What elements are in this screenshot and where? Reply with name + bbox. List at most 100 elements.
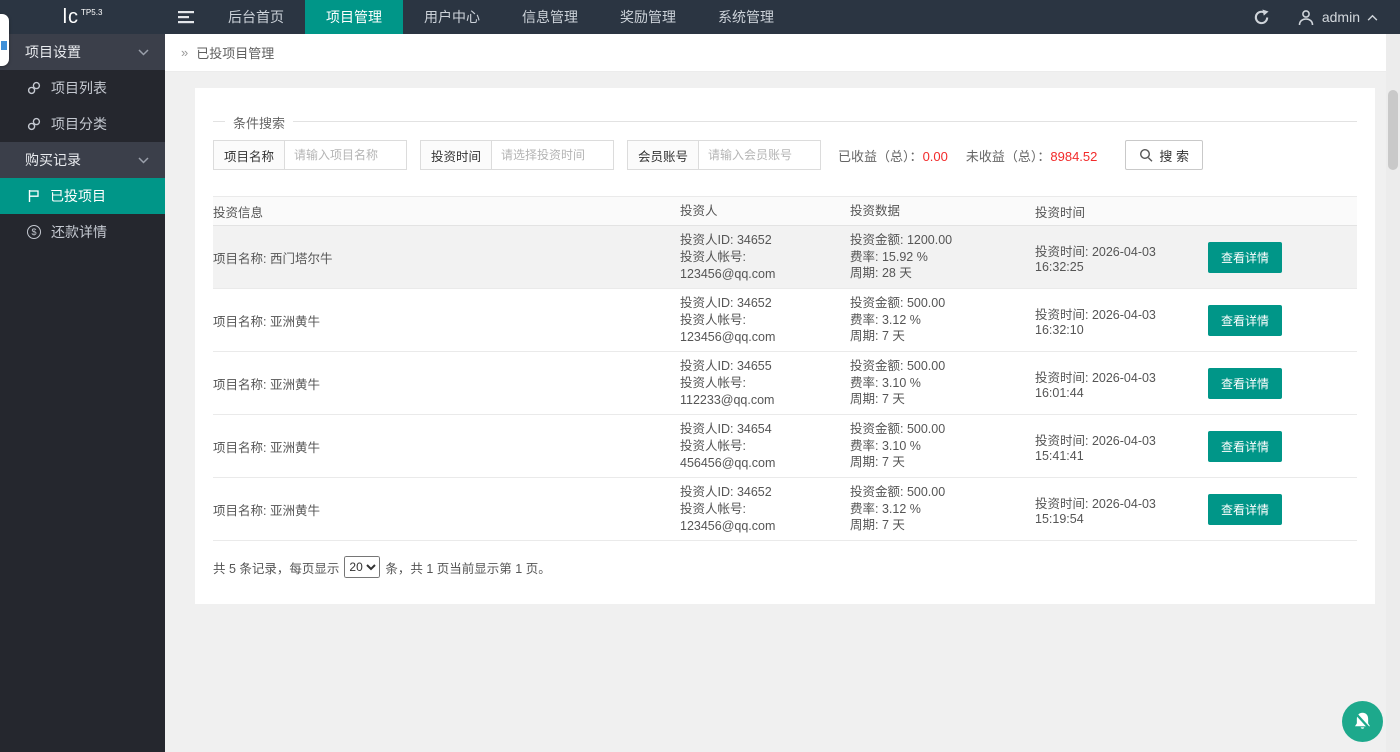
- user-icon: [1298, 9, 1314, 25]
- sidebar-item-project-list[interactable]: 项目列表: [0, 70, 165, 106]
- nav-item-system-management[interactable]: 系统管理: [697, 0, 795, 34]
- nav-item-info-management[interactable]: 信息管理: [501, 0, 599, 34]
- sidebar-group-purchase-records[interactable]: 购买记录: [0, 142, 165, 178]
- topbar-right: admin: [1239, 0, 1400, 34]
- sidebar-group-label: 项目设置: [25, 44, 81, 60]
- floating-widget-sliver[interactable]: [0, 14, 9, 66]
- view-detail-button[interactable]: 查看详情: [1208, 304, 1283, 336]
- page-title: 已投项目管理: [196, 46, 275, 61]
- invest-cycle: 周期: 7 天: [850, 392, 905, 407]
- page-size-select[interactable]: 20: [344, 556, 381, 578]
- logo-text: lc: [62, 5, 80, 28]
- nav-item-project-management[interactable]: 项目管理: [305, 0, 403, 34]
- sidebar: 项目设置 项目列表 项目分类 购买记录 已投项目 $ 还款详情: [0, 34, 165, 752]
- link-icon: [27, 117, 41, 131]
- invest-data-cell: 投资金额: 500.00 费率: 3.12 % 周期: 7 天: [850, 295, 1035, 345]
- invest-time-cell: 投资时间: 2026-04-03 16:32:25: [1035, 244, 1156, 274]
- invest-data-cell: 投资金额: 500.00 费率: 3.10 % 周期: 7 天: [850, 421, 1035, 471]
- invest-cycle: 周期: 7 天: [850, 518, 905, 533]
- header-investor: 投资人: [680, 203, 718, 218]
- project-name-cell: 项目名称: 西门塔尔牛: [213, 251, 333, 266]
- invest-rate: 费率: 3.12 %: [850, 312, 921, 327]
- chevron-down-icon: [138, 156, 149, 164]
- sidebar-item-label: 已投项目: [50, 188, 106, 204]
- sidebar-group-project-settings[interactable]: 项目设置: [0, 34, 165, 70]
- top-navbar: lc TP5.3 后台首页 项目管理 用户中心 信息管理 奖励管理 系统管理 a…: [0, 0, 1400, 34]
- scrollbar[interactable]: [1386, 34, 1400, 752]
- investor-id: 投资人ID: 34652: [680, 484, 772, 499]
- nav-item-user-center[interactable]: 用户中心: [403, 0, 501, 34]
- notification-toggle-button[interactable]: [1342, 701, 1383, 742]
- sidebar-item-label: 项目列表: [51, 80, 107, 96]
- member-account-input[interactable]: [699, 140, 822, 170]
- project-name-cell: 项目名称: 亚洲黄牛: [213, 503, 320, 518]
- flag-icon: [28, 190, 39, 202]
- actions-cell: 查看详情: [1208, 241, 1357, 273]
- pagination-prefix: 共 5 条记录，每页显示: [213, 561, 340, 576]
- investor-account: 投资人帐号: 123456@qq.com: [680, 312, 776, 344]
- view-detail-button[interactable]: 查看详情: [1208, 367, 1283, 399]
- earned-total-label: 已收益（总）：: [838, 148, 923, 164]
- nav-item-reward-management[interactable]: 奖励管理: [599, 0, 697, 34]
- project-name-cell: 项目名称: 亚洲黄牛: [213, 440, 320, 455]
- actions-cell: 查看详情: [1208, 367, 1357, 399]
- view-detail-button[interactable]: 查看详情: [1208, 241, 1283, 273]
- scrollbar-thumb[interactable]: [1388, 90, 1398, 170]
- admin-username: admin: [1321, 9, 1360, 25]
- header-invest-data: 投资数据: [850, 203, 901, 218]
- breadcrumb-marker: »: [181, 45, 189, 60]
- app-logo: lc TP5.3: [0, 0, 165, 34]
- invest-time-cell: 投资时间: 2026-04-03 16:01:44: [1035, 370, 1156, 400]
- invest-data-cell: 投资金额: 500.00 费率: 3.10 % 周期: 7 天: [850, 358, 1035, 408]
- investor-account: 投资人帐号: 112233@qq.com: [680, 375, 775, 407]
- invest-amount: 投资金额: 500.00: [850, 296, 946, 311]
- refresh-button[interactable]: [1239, 0, 1285, 34]
- sidebar-item-label: 项目分类: [51, 116, 107, 132]
- investor-account: 投资人帐号: 123456@qq.com: [680, 249, 776, 281]
- investor-id: 投资人ID: 34652: [680, 232, 772, 247]
- table-header: 投资信息 投资人 投资数据 投资时间: [213, 196, 1357, 226]
- sidebar-item-invested-projects[interactable]: 已投项目: [0, 178, 165, 214]
- dollar-circle-icon: $: [27, 225, 41, 239]
- invest-cycle: 周期: 7 天: [850, 329, 905, 344]
- invest-data-cell: 投资金额: 1200.00 费率: 15.92 % 周期: 28 天: [850, 232, 1035, 282]
- admin-menu[interactable]: admin: [1285, 0, 1400, 34]
- search-icon: [1140, 148, 1153, 162]
- invest-rate: 费率: 15.92 %: [850, 249, 928, 264]
- hamburger-icon: [177, 11, 194, 24]
- sidebar-item-repayment-details[interactable]: $ 还款详情: [0, 214, 165, 250]
- invest-time-group: 投资时间: [420, 140, 615, 170]
- header-invest-time: 投资时间: [1035, 205, 1086, 220]
- investor-id: 投资人ID: 34654: [680, 421, 772, 436]
- actions-cell: 查看详情: [1208, 430, 1357, 462]
- view-detail-button[interactable]: 查看详情: [1208, 430, 1283, 462]
- sidebar-toggle-button[interactable]: [165, 0, 207, 34]
- search-button[interactable]: 搜 索: [1125, 140, 1204, 170]
- table-row: 项目名称: 亚洲黄牛 投资人ID: 34655 投资人帐号: 112233@qq…: [213, 352, 1357, 415]
- search-row: 项目名称 投资时间 会员账号 已收益（总）：0.00: [213, 140, 1357, 170]
- invested-projects-card: 条件搜索 项目名称 投资时间 会员账号: [195, 88, 1375, 604]
- search-button-label: 搜 索: [1159, 148, 1190, 164]
- invest-time-cell: 投资时间: 2026-04-03 15:41:41: [1035, 433, 1156, 463]
- invest-time-cell: 投资时间: 2026-04-03 16:32:10: [1035, 307, 1156, 337]
- link-icon: [27, 81, 41, 95]
- actions-cell: 查看详情: [1208, 304, 1357, 336]
- pagination-suffix: 条，共 1 页当前显示第 1 页。: [385, 561, 551, 576]
- invest-amount: 投资金额: 1200.00: [850, 233, 953, 248]
- invest-cycle: 周期: 7 天: [850, 455, 905, 470]
- invest-time-input[interactable]: [492, 140, 615, 170]
- project-name-cell: 项目名称: 亚洲黄牛: [213, 377, 320, 392]
- member-account-group: 会员账号: [627, 140, 822, 170]
- nav-item-home[interactable]: 后台首页: [207, 0, 305, 34]
- invest-data-cell: 投资金额: 500.00 费率: 3.12 % 周期: 7 天: [850, 484, 1035, 534]
- investor-account: 投资人帐号: 123456@qq.com: [680, 501, 776, 533]
- view-detail-button[interactable]: 查看详情: [1208, 493, 1283, 525]
- project-name-input[interactable]: [285, 140, 408, 170]
- sidebar-group-label: 购买记录: [25, 152, 81, 168]
- table-row: 项目名称: 亚洲黄牛 投资人ID: 34652 投资人帐号: 123456@qq…: [213, 289, 1357, 352]
- chevron-down-icon: [138, 48, 149, 56]
- sidebar-item-project-category[interactable]: 项目分类: [0, 106, 165, 142]
- earnings-summary: 已收益（总）：0.00 未收益（总）：8984.52: [838, 146, 1115, 165]
- logo-version: TP5.3: [81, 7, 103, 17]
- invest-rate: 费率: 3.10 %: [850, 438, 921, 453]
